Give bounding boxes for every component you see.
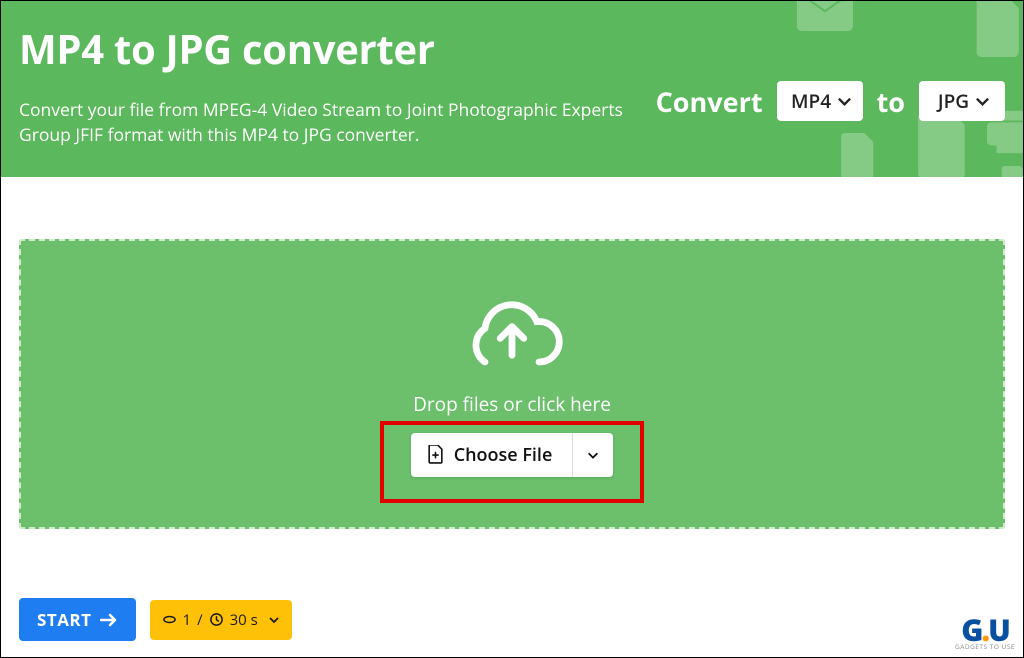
page-header: MP4 to JPG converter Convert your file f… — [1, 1, 1023, 177]
arrow-right-icon — [100, 612, 118, 628]
start-label: START — [37, 608, 92, 631]
choose-file-dropdown[interactable] — [573, 433, 613, 477]
source-format-value: MP4 — [791, 88, 831, 114]
choose-file-label: Choose File — [454, 443, 553, 467]
choose-file-group: Choose File — [411, 433, 614, 477]
choose-file-button[interactable]: Choose File — [411, 433, 574, 477]
source-format-select[interactable]: MP4 — [777, 81, 863, 121]
convert-label: Convert — [656, 83, 763, 120]
chevron-down-icon — [586, 448, 600, 462]
options-duration: 30 s — [230, 610, 258, 630]
options-count: 1 — [183, 610, 192, 630]
chevron-down-icon — [837, 94, 852, 109]
target-format-value: JPG — [938, 88, 969, 114]
to-label: to — [877, 83, 905, 120]
cloud-upload-icon — [458, 291, 566, 379]
options-sep: / — [197, 610, 203, 630]
logo-glyph: G.U — [961, 616, 1009, 643]
clock-icon — [209, 612, 224, 627]
file-dropzone[interactable]: Drop files or click here Choose File — [19, 239, 1005, 529]
target-format-select[interactable]: JPG — [919, 81, 1005, 121]
dropzone-hint: Drop files or click here — [413, 391, 611, 417]
chevron-down-icon — [975, 94, 990, 109]
chevron-down-icon — [268, 614, 280, 626]
disc-icon — [162, 612, 177, 627]
start-button[interactable]: START — [19, 598, 136, 641]
conversion-selector-row: Convert MP4 to JPG — [656, 81, 1005, 121]
main-content: Drop files or click here Choose File — [1, 177, 1023, 551]
options-button[interactable]: 1 / 30 s — [150, 600, 292, 640]
bottom-action-bar: START 1 / 30 s — [19, 598, 292, 641]
page-description: Convert your file from MPEG-4 Video Stre… — [19, 98, 639, 149]
watermark-logo: G.U GADGETS TO USE — [955, 616, 1015, 651]
page-title: MP4 to JPG converter — [19, 21, 1005, 76]
file-add-icon — [427, 445, 444, 464]
